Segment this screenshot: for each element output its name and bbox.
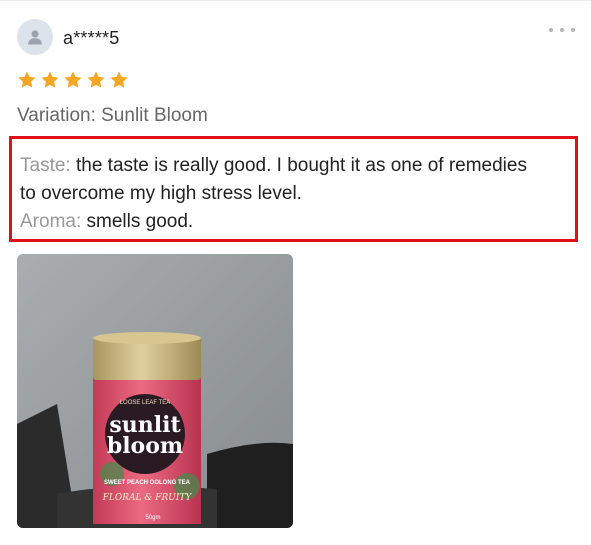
star-rating — [17, 70, 129, 90]
taste-line: Taste: the taste is really good. I bough… — [20, 152, 575, 180]
tea-can-weight: 50gm — [145, 515, 160, 521]
star-icon — [87, 71, 105, 88]
star-icon — [18, 71, 36, 88]
tea-can-script: FLORAL & FRUITY — [102, 493, 193, 503]
aroma-line: Aroma: smells good. — [20, 208, 575, 236]
top-divider — [0, 0, 591, 1]
aroma-label: Aroma: — [20, 211, 82, 232]
person-icon — [28, 30, 42, 45]
star-icon — [64, 71, 82, 88]
more-horizontal-icon — [571, 28, 575, 32]
tea-can-small-top: LOOSE LEAF TEA — [120, 400, 171, 406]
avatar[interactable] — [17, 19, 53, 55]
tea-can-tagline: SWEET PEACH OOLONG TEA — [104, 480, 191, 486]
variation-label: Variation: Sunlit Bloom — [17, 105, 208, 126]
star-icon — [41, 71, 59, 88]
tea-can-brand-line2: bloom — [107, 433, 183, 459]
more-horizontal-icon — [549, 28, 553, 32]
reviewer-username: a*****5 — [63, 28, 120, 48]
taste-text: the taste is really good. I bought it as… — [75, 155, 527, 176]
more-options-button[interactable] — [549, 24, 575, 36]
star-icon — [110, 71, 128, 88]
tea-can-illustration: LOOSE LEAF TEA sunlit bloom SWEET PEACH … — [17, 254, 293, 528]
taste-label: Taste: — [20, 155, 71, 176]
more-horizontal-icon — [560, 28, 564, 32]
review-photo[interactable]: LOOSE LEAF TEA sunlit bloom SWEET PEACH … — [17, 254, 293, 528]
aroma-text: smells good. — [86, 211, 194, 232]
review-highlight-box: Taste: the taste is really good. I bough… — [9, 136, 578, 242]
taste-line-continued: to overcome my high stress level. — [20, 183, 302, 204]
